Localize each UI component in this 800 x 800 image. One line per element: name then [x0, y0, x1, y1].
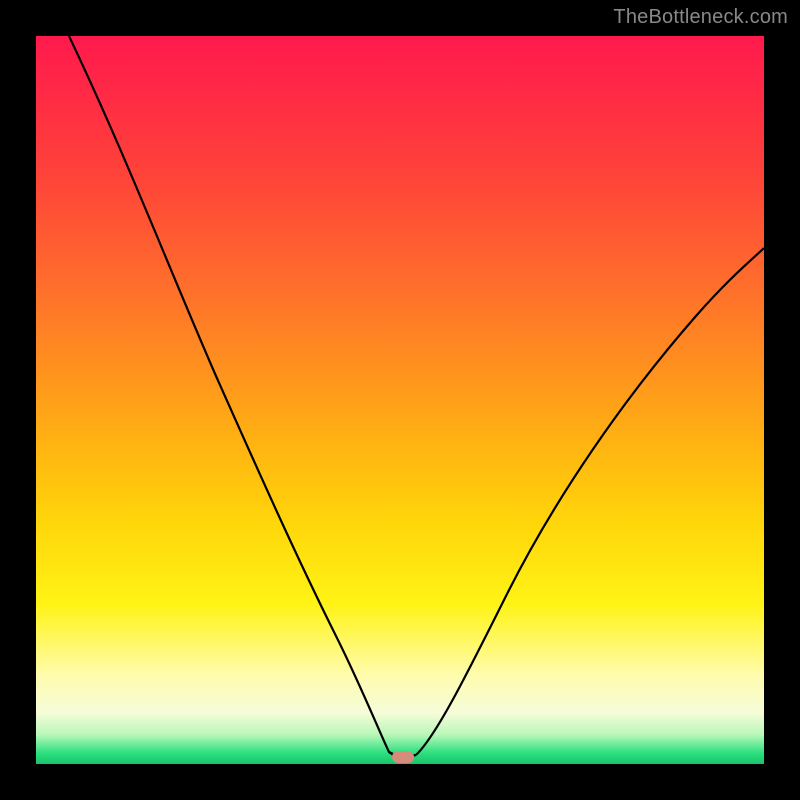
watermark-text: TheBottleneck.com	[613, 6, 788, 29]
curve-left-branch	[69, 36, 396, 757]
bottleneck-curve	[36, 36, 764, 764]
curve-right-branch	[416, 248, 764, 755]
chart-frame: TheBottleneck.com	[0, 0, 800, 800]
bottleneck-marker	[392, 751, 414, 763]
plot-area	[36, 36, 764, 764]
